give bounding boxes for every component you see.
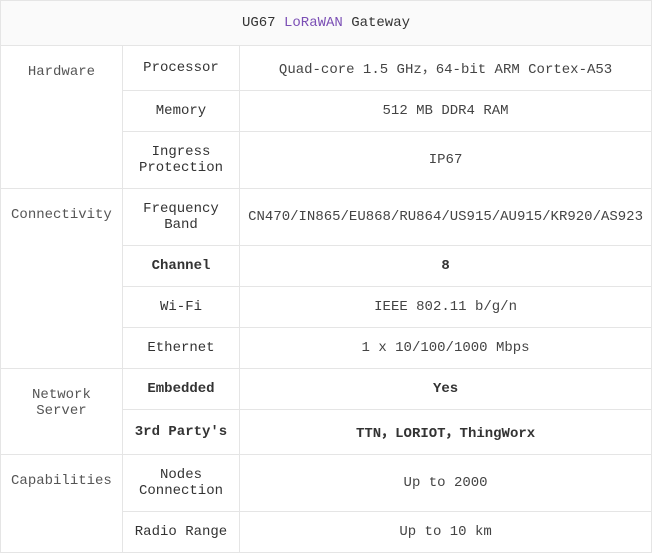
spec-label: Radio Range — [122, 512, 239, 553]
spec-value: Up to 10 km — [240, 512, 652, 553]
spec-value: IP67 — [240, 132, 652, 189]
table-row: HardwareProcessorQuad-core 1.5 GHz，64-bi… — [1, 46, 652, 91]
table-row: Network ServerEmbeddedYes — [1, 369, 652, 410]
spec-label: 3rd Party's — [122, 410, 239, 455]
spec-value: IEEE 802.11 b/g/n — [240, 287, 652, 328]
category-cell: Capabilities — [1, 455, 123, 553]
spec-label: Nodes Connection — [122, 455, 239, 512]
spec-value: 8 — [240, 246, 652, 287]
table-row: ConnectivityFrequency BandCN470/IN865/EU… — [1, 189, 652, 246]
lorawan-link[interactable]: LoRaWAN — [284, 15, 343, 31]
spec-value: CN470/IN865/EU868/RU864/US915/AU915/KR92… — [240, 189, 652, 246]
category-cell: Hardware — [1, 46, 123, 189]
spec-label: Ingress Protection — [122, 132, 239, 189]
spec-value: Yes — [240, 369, 652, 410]
spec-value: TTN，LORIOT，ThingWorx — [240, 410, 652, 455]
spec-label: Memory — [122, 91, 239, 132]
title-row: UG67 LoRaWAN Gateway — [1, 1, 652, 46]
spec-value: Up to 2000 — [240, 455, 652, 512]
table-row: CapabilitiesNodes ConnectionUp to 2000 — [1, 455, 652, 512]
spec-label: Ethernet — [122, 328, 239, 369]
spec-label: Frequency Band — [122, 189, 239, 246]
title-suffix: Gateway — [343, 15, 410, 31]
spec-value: 512 MB DDR4 RAM — [240, 91, 652, 132]
title-prefix: UG67 — [242, 15, 284, 31]
category-cell: Network Server — [1, 369, 123, 455]
spec-label: Channel — [122, 246, 239, 287]
spec-label: Processor — [122, 46, 239, 91]
spec-value: 1 x 10/100/1000 Mbps — [240, 328, 652, 369]
spec-table: UG67 LoRaWAN GatewayHardwareProcessorQua… — [0, 0, 652, 553]
spec-label: Embedded — [122, 369, 239, 410]
category-cell: Connectivity — [1, 189, 123, 369]
spec-value: Quad-core 1.5 GHz，64-bit ARM Cortex-A53 — [240, 46, 652, 91]
title-cell: UG67 LoRaWAN Gateway — [1, 1, 652, 46]
spec-label: Wi-Fi — [122, 287, 239, 328]
